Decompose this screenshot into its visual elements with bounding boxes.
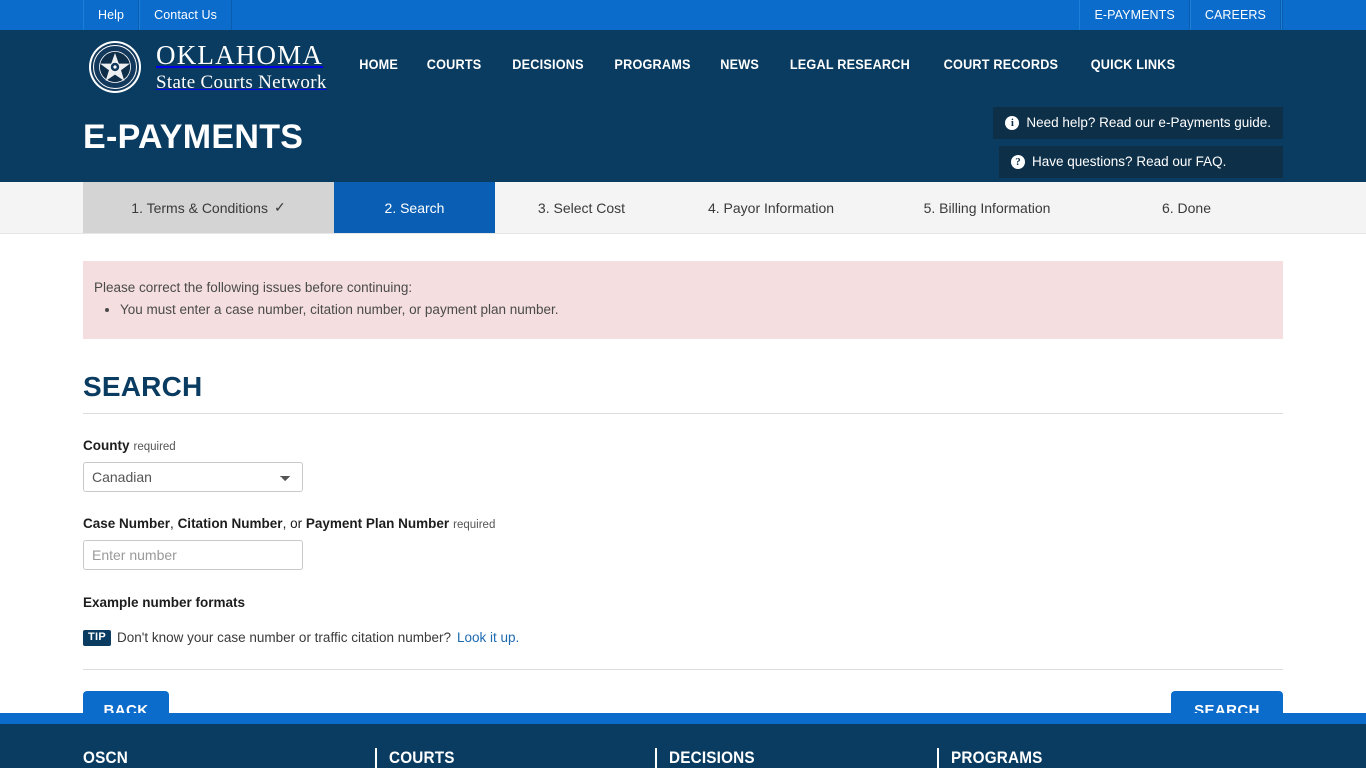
topbar-link-contact-us[interactable]: Contact Us	[139, 0, 232, 30]
number-label-case: Case Number	[83, 515, 171, 531]
main-navigation: HOME COURTS DECISIONS PROGRAMS NEWS LEGA…	[345, 57, 1191, 72]
step-6-label: 6. Done	[1161, 199, 1212, 216]
number-label-sep1: ,	[170, 515, 178, 531]
alert-item: You must enter a case number, citation n…	[120, 300, 1263, 321]
number-label-payment-plan: Payment Plan Number	[305, 515, 450, 531]
header-help-boxes: i Need help? Read our e-Payments guide. …	[993, 107, 1283, 178]
faq-label: Have questions? Read our FAQ.	[1032, 154, 1227, 169]
example-number-formats-title: Example number formats	[83, 594, 246, 610]
utility-right-links: E-PAYMENTS CAREERS	[1079, 0, 1283, 30]
footer-column-courts: COURTS	[375, 748, 655, 768]
validation-error-alert: Please correct the following issues befo…	[83, 261, 1283, 339]
tip-text: Don't know your case number or traffic c…	[117, 630, 452, 646]
stepper-left-pad	[0, 182, 83, 233]
site-footer: OSCN COURTS DECISIONS PROGRAMS	[0, 724, 1366, 768]
utility-top-bar: Help Contact Us E-PAYMENTS CAREERS	[0, 0, 1366, 30]
step-2-search[interactable]: 2. Search	[334, 182, 495, 233]
tip-row: TIP Don't know your case number or traff…	[83, 629, 1283, 646]
look-it-up-link[interactable]: Look it up.	[457, 630, 519, 645]
site-header: OKLAHOMA State Courts Network HOME COURT…	[0, 30, 1366, 182]
step-3-select-cost: 3. Select Cost	[495, 182, 668, 233]
step-2-label: 2. Search	[384, 199, 445, 216]
county-select[interactable]: Canadian	[83, 461, 303, 492]
nav-item-news[interactable]: NEWS	[708, 57, 771, 72]
nav-item-decisions[interactable]: DECISIONS	[500, 57, 596, 72]
alert-item-list: You must enter a case number, citation n…	[94, 300, 1263, 321]
county-label-text: County	[83, 437, 130, 453]
nav-item-legal-research[interactable]: LEGAL RESEARCH	[778, 57, 923, 72]
number-label-citation: Citation Number	[177, 515, 283, 531]
tip-badge: TIP	[83, 629, 112, 646]
step-4-payor-information: 4. Payor Information	[668, 182, 874, 233]
faq-link[interactable]: ? Have questions? Read our FAQ.	[999, 146, 1283, 178]
county-required-text: required	[133, 440, 176, 453]
step-5-label: 5. Billing Information	[923, 199, 1051, 216]
footer-column-title-oscn: OSCN	[83, 748, 128, 767]
topbar-link-help[interactable]: Help	[83, 0, 140, 30]
topbar-divider	[1281, 0, 1283, 30]
site-logo-link[interactable]: OKLAHOMA State Courts Network	[88, 40, 327, 94]
footer-columns: OSCN COURTS DECISIONS PROGRAMS	[83, 724, 1283, 768]
county-field-group: County required Canadian	[83, 437, 1283, 492]
topbar-link-careers[interactable]: CAREERS	[1189, 0, 1281, 30]
footer-column-title-decisions: DECISIONS	[669, 748, 755, 767]
step-1-label: 1. Terms & Conditions	[131, 199, 268, 216]
page-title: E-PAYMENTS	[83, 118, 304, 156]
check-icon: ✓	[273, 199, 286, 215]
brand-line-state-courts-network: State Courts Network	[156, 72, 327, 93]
main-content: Please correct the following issues befo…	[83, 261, 1283, 731]
oklahoma-seal-icon	[88, 40, 142, 94]
footer-column-title-programs: PROGRAMS	[951, 748, 1043, 767]
number-field-group: Case Number, Citation Number, or Payment…	[83, 515, 1283, 570]
number-label: Case Number, Citation Number, or Payment…	[83, 516, 495, 531]
info-icon: i	[1005, 115, 1020, 130]
step-5-billing-information: 5. Billing Information	[874, 182, 1100, 233]
utility-left-links: Help Contact Us	[83, 0, 232, 30]
alert-heading: Please correct the following issues befo…	[94, 280, 413, 295]
nav-item-home[interactable]: HOME	[347, 57, 410, 72]
brand-line-oklahoma: OKLAHOMA	[156, 40, 324, 70]
step-1-terms-and-conditions[interactable]: 1. Terms & Conditions ✓	[83, 182, 334, 233]
topbar-link-e-payments[interactable]: E-PAYMENTS	[1079, 0, 1190, 30]
nav-item-quick-links[interactable]: QUICK LINKS	[1078, 57, 1187, 72]
section-title-search: SEARCH	[83, 371, 1283, 414]
nav-item-courts[interactable]: COURTS	[415, 57, 494, 72]
wizard-stepper: 1. Terms & Conditions ✓ 2. Search 3. Sel…	[0, 182, 1366, 234]
footer-accent-bar	[0, 713, 1366, 724]
epayments-guide-label: Need help? Read our e-Payments guide.	[1026, 115, 1271, 130]
number-required-text: required	[453, 518, 496, 531]
footer-column-programs: PROGRAMS	[937, 748, 1217, 768]
nav-item-court-records[interactable]: COURT RECORDS	[931, 57, 1070, 72]
footer-column-title-courts: COURTS	[389, 748, 455, 767]
epayments-guide-link[interactable]: i Need help? Read our e-Payments guide.	[993, 107, 1283, 139]
site-brand-text: OKLAHOMA State Courts Network	[156, 40, 327, 93]
case-number-input[interactable]	[83, 539, 303, 570]
question-icon: ?	[1011, 154, 1025, 169]
footer-column-decisions: DECISIONS	[655, 748, 937, 768]
county-label: County required	[83, 438, 176, 453]
nav-item-programs[interactable]: PROGRAMS	[602, 57, 703, 72]
stepper-items: 1. Terms & Conditions ✓ 2. Search 3. Sel…	[83, 182, 1366, 233]
step-6-done: 6. Done	[1100, 182, 1273, 233]
number-label-sep2: , or	[282, 515, 306, 531]
step-4-label: 4. Payor Information	[707, 199, 835, 216]
step-3-label: 3. Select Cost	[537, 199, 626, 216]
footer-column-oscn: OSCN	[83, 748, 375, 768]
